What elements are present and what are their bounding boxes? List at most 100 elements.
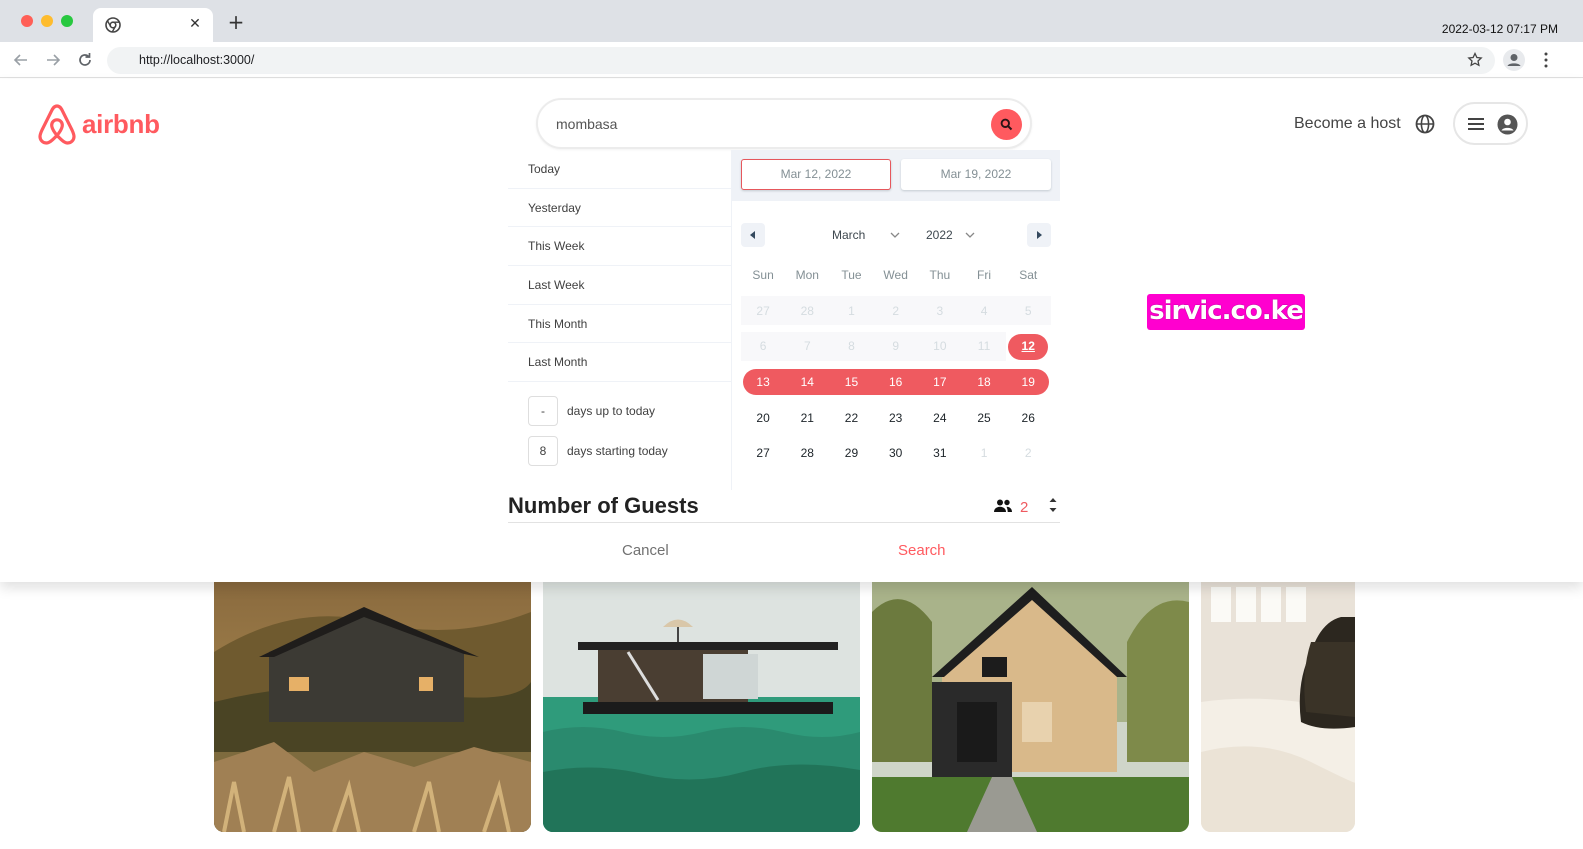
calendar-day-in-range[interactable]: 18 [962,364,1006,400]
weekday-label: Sat [1019,268,1038,282]
guests-row: Number of Guests [508,488,1060,523]
search-button[interactable] [991,109,1022,140]
calendar-day[interactable]: 1 [962,435,1006,471]
calendar-day[interactable]: 26 [1006,400,1050,436]
cancel-button[interactable]: Cancel [622,542,669,559]
logo-text: airbnb [82,108,160,139]
calendar-day-in-range[interactable]: 14 [785,364,829,400]
user-menu-button[interactable] [1453,102,1528,145]
range-this-month[interactable]: This Month [508,305,731,344]
range-last-week[interactable]: Last Week [508,266,731,305]
calendar-day[interactable]: 2 [874,293,918,329]
calendar-day[interactable]: 28 [785,435,829,471]
calendar-day[interactable]: 1 [829,293,873,329]
date-range-picker: Today Yesterday This Week Last Week This… [508,150,1060,490]
airbnb-logo[interactable]: airbnb [38,103,160,145]
maximize-window-button[interactable] [61,15,73,27]
browser-menu-icon[interactable] [1538,51,1554,69]
calendar-day[interactable]: 31 [918,435,962,471]
range-today[interactable]: Today [508,150,731,189]
range-yesterday[interactable]: Yesterday [508,189,731,228]
calendar-day[interactable]: 23 [874,400,918,436]
calendar-day[interactable]: 7 [785,329,829,365]
weekday-label: Mon [795,268,819,282]
days-starting-today-label: days starting today [567,444,668,458]
weekday-label: Fri [977,268,992,282]
prev-month-button[interactable] [741,223,765,247]
range-last-month[interactable]: Last Month [508,343,731,383]
listing-image-bedroom[interactable] [1201,582,1355,832]
calendar-day[interactable]: 20 [741,400,785,436]
week-row: 13 14 15 16 17 18 19 [741,364,1051,400]
days-up-to-today-row: - days up to today [528,396,728,426]
airbnb-belo-icon [38,104,76,145]
calendar-day[interactable]: 28 [785,293,829,329]
listing-image-cabin[interactable] [214,582,531,832]
guests-title: Number of Guests [508,493,699,518]
calendar-day[interactable]: 8 [829,329,873,365]
calendar-day-in-range[interactable]: 15 [829,364,873,400]
calendar-day[interactable]: 2 [1006,435,1050,471]
account-circle-icon [1497,114,1518,135]
listing-image-houseboat[interactable] [543,582,860,832]
defined-ranges: Today Yesterday This Week Last Week This… [508,150,732,490]
chevron-down-icon [890,232,900,238]
reload-icon[interactable] [75,50,95,70]
search-submit-button[interactable]: Search [898,542,946,559]
calendar-day[interactable]: 5 [1006,293,1050,329]
chevron-down-icon [965,232,975,238]
close-tab-icon[interactable]: ✕ [187,16,203,32]
calendar-day[interactable]: 30 [874,435,918,471]
start-date-field[interactable]: Mar 12, 2022 [741,159,891,190]
calendar-day-in-range[interactable]: 16 [874,364,918,400]
bookmark-star-icon[interactable] [1467,52,1483,68]
people-icon [994,499,1012,512]
forward-arrow-icon[interactable] [43,50,63,70]
profile-avatar-icon[interactable] [1503,49,1525,71]
calendar-day[interactable]: 3 [918,293,962,329]
calendar-day[interactable]: 27 [741,435,785,471]
calendar-day[interactable]: 24 [918,400,962,436]
calendar-day[interactable]: 6 [741,329,785,365]
address-bar[interactable]: http://localhost:3000/ [107,47,1495,74]
minimize-window-button[interactable] [41,15,53,27]
range-this-week[interactable]: This Week [508,227,731,267]
become-host-link[interactable]: Become a host [1294,115,1401,133]
year-select[interactable]: 2022 [926,228,953,242]
calendar-day[interactable]: 9 [874,329,918,365]
browser-tab[interactable]: ✕ [93,8,213,42]
calendar-day[interactable]: 4 [962,293,1006,329]
close-window-button[interactable] [21,15,33,27]
week-row: 27 28 1 2 3 4 5 [741,293,1051,329]
week-row: 6 7 8 9 10 11 12 [741,329,1051,365]
end-date-field[interactable]: Mar 19, 2022 [901,159,1051,190]
calendar-day[interactable]: 21 [785,400,829,436]
caret-right-icon [1037,231,1042,239]
search-input[interactable] [556,112,976,136]
calendar-day-selected-end[interactable]: 19 [1006,364,1050,400]
calendar-day[interactable]: 29 [829,435,873,471]
globe-icon[interactable] [1414,113,1436,135]
calendar-day-selected-start[interactable]: 12 [1006,329,1050,365]
weekday-header: Sun Mon Tue Wed Thu Fri Sat [741,268,1051,288]
days-starting-today-input[interactable]: 8 [528,436,558,466]
new-tab-icon[interactable]: + [226,12,246,32]
listing-image-aframe[interactable] [872,582,1189,832]
listing-gallery [214,582,1355,832]
back-arrow-icon[interactable] [11,50,31,70]
next-month-button[interactable] [1027,223,1051,247]
calendar-day[interactable]: 10 [918,329,962,365]
calendar-day-in-range[interactable]: 13 [741,364,785,400]
calendar-day[interactable]: 22 [829,400,873,436]
search-bar[interactable] [536,98,1032,149]
calendar-day[interactable]: 27 [741,293,785,329]
weekday-label: Tue [841,268,862,282]
calendar-day[interactable]: 11 [962,329,1006,365]
days-up-to-today-input[interactable]: - [528,396,558,426]
calendar-day[interactable]: 25 [962,400,1006,436]
month-select[interactable]: March [832,228,865,242]
calendar-day-in-range[interactable]: 17 [918,364,962,400]
number-spinner-icon[interactable] [1046,492,1060,518]
hamburger-menu-icon [1468,118,1484,130]
chrome-favicon-icon [105,17,121,33]
